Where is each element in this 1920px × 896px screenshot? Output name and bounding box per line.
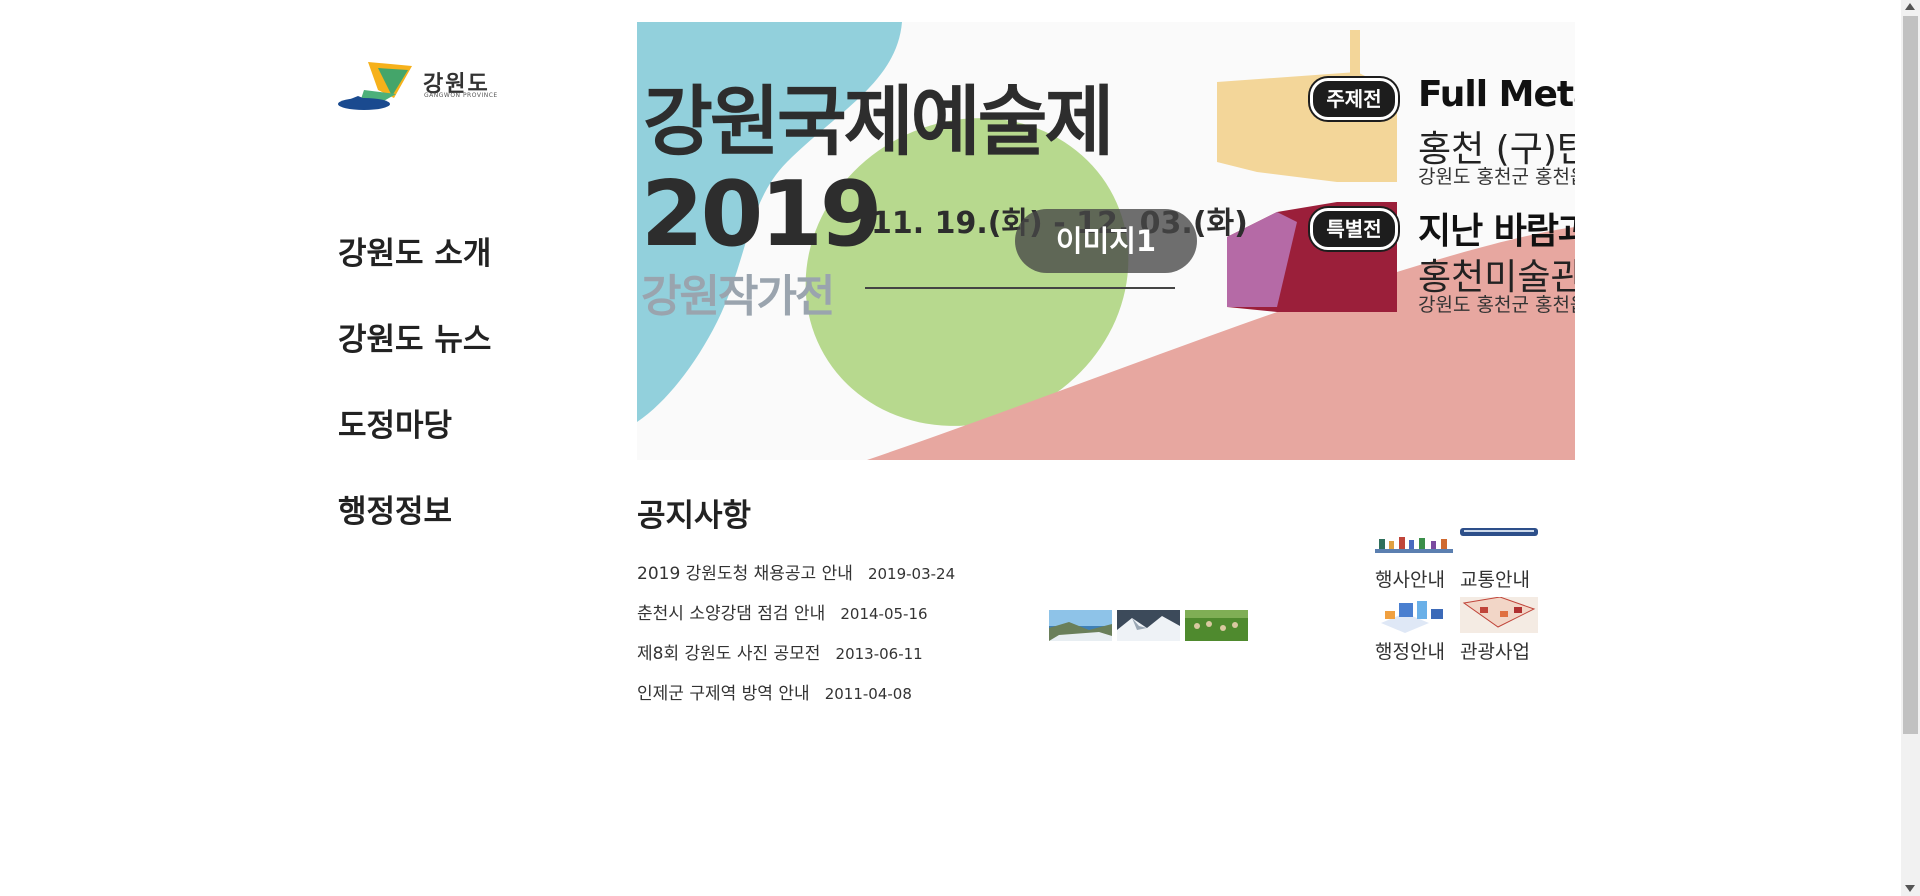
banner-exhibit2-heading: 지난 바람과 <box>1418 211 1575 252</box>
banner-title: 강원국제예술제 <box>643 77 1114 166</box>
scroll-up-arrow-icon[interactable] <box>1905 3 1915 10</box>
notice-item: 제8회 강원도 사진 공모전 2013-06-11 <box>637 634 1057 674</box>
notice-section: 공지사항 2019 강원도청 채용공고 안내 2019-03-24 춘천시 소양… <box>637 494 1057 714</box>
main-nav: 강원도 소개 강원도 뉴스 도정마당 행정정보 <box>338 232 598 576</box>
banner-exhibit1-address: 강원도 홍천군 홍천읍 <box>1418 166 1575 188</box>
scroll-thumb[interactable] <box>1903 16 1918 734</box>
nav-item-news[interactable]: 강원도 뉴스 <box>338 318 598 404</box>
main-banner-slider[interactable]: 강원국제예술제 2019 11. 19.(화) - 12. 03.(화) 강원작… <box>637 22 1575 460</box>
gallery-thumb-snow[interactable] <box>1117 610 1180 641</box>
banner-exhibit2-address: 강원도 홍천군 홍천읍 <box>1418 294 1575 316</box>
train-icon <box>1460 528 1538 536</box>
badge-special-exhibit: 특별전 <box>1310 208 1398 250</box>
notice-date: 2014-05-16 <box>840 605 928 623</box>
event-people-icon <box>1375 537 1453 553</box>
nav-item-intro[interactable]: 강원도 소개 <box>338 232 598 318</box>
nav-item-admin-info[interactable]: 행정정보 <box>338 490 598 576</box>
tourism-map-icon <box>1460 597 1538 633</box>
quick-link-label: 교통안내 <box>1460 569 1530 591</box>
logo-subtext: GANGWON PROVINCE <box>424 92 498 99</box>
quick-link-label: 관광사업 <box>1460 641 1530 663</box>
page-scrollbar[interactable] <box>1901 0 1920 896</box>
slide-label: 이미지1 <box>1015 209 1197 273</box>
notice-heading: 공지사항 <box>637 498 752 534</box>
banner-year: 2019 <box>641 162 882 267</box>
notice-item: 인제군 구제역 방역 안내 2011-04-08 <box>637 674 1057 714</box>
notice-title[interactable]: 인제군 구제역 방역 안내 <box>637 684 810 704</box>
notice-item: 2019 강원도청 채용공고 안내 2019-03-24 <box>637 554 1057 594</box>
gallery-thumb-coast[interactable] <box>1049 610 1112 641</box>
gangwon-logo-icon <box>338 62 412 110</box>
notice-title[interactable]: 춘천시 소양강댐 점검 안내 <box>637 604 825 624</box>
nav-item-dojeong[interactable]: 도정마당 <box>338 404 598 490</box>
banner-divider <box>865 287 1175 289</box>
notice-item: 춘천시 소양강댐 점검 안내 2014-05-16 <box>637 594 1057 634</box>
scroll-down-arrow-icon[interactable] <box>1905 885 1915 892</box>
notice-date: 2011-04-08 <box>824 685 912 703</box>
badge-main-exhibit: 주제전 <box>1310 78 1398 120</box>
notice-date: 2019-03-24 <box>867 565 956 583</box>
quick-link-label: 행사안내 <box>1375 569 1445 591</box>
gallery-thumb-field[interactable] <box>1185 610 1248 641</box>
banner-subtitle: 강원작가전 <box>641 271 835 322</box>
banner-exhibit1-heading: Full Metal J <box>1418 74 1575 115</box>
site-logo[interactable]: 강원도 GANGWON PROVINCE <box>338 60 498 112</box>
notice-title[interactable]: 제8회 강원도 사진 공모전 <box>637 644 820 664</box>
notice-date: 2013-06-11 <box>835 645 923 663</box>
quick-link-label: 행정안내 <box>1375 641 1445 663</box>
notice-title[interactable]: 2019 강원도청 채용공고 안내 <box>637 564 853 584</box>
admin-isometric-icon <box>1381 601 1443 633</box>
